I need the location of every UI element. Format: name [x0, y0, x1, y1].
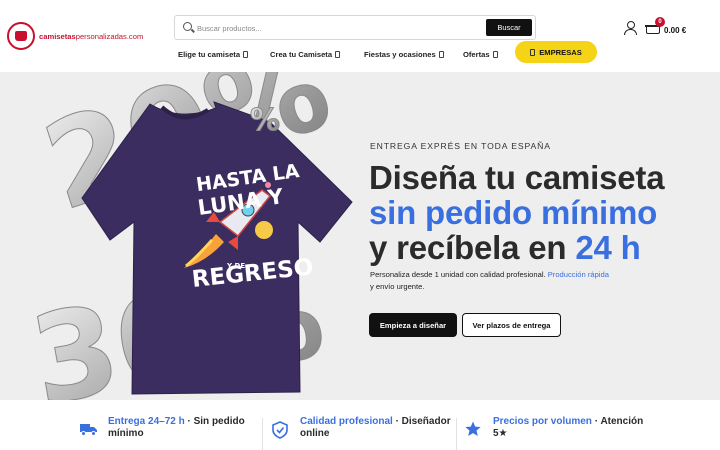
hero-banner: 20% 30% HASTA LA LUNA Y Y DE REGRESO: [0, 72, 720, 400]
subtext-end: y envío urgente.: [370, 282, 425, 291]
nav-item-label: Elige tu camiseta: [178, 50, 241, 59]
logo-text-light: personalizadas.com: [75, 31, 144, 41]
headline-line2: sin pedido mínimo: [369, 194, 658, 231]
subtext-start: Personaliza desde 1 unidad con calidad p…: [370, 270, 548, 279]
empresas-label: EMPRESAS: [539, 47, 582, 57]
empresas-button[interactable]: EMPRESAS: [515, 41, 597, 63]
feature-divider: [262, 418, 263, 450]
nav-item-ofertas[interactable]: Ofertas: [463, 50, 498, 59]
hero-image: 20% 30% HASTA LA LUNA Y Y DE REGRESO: [21, 72, 353, 400]
headline-line3-start: y recíbela en: [369, 229, 576, 266]
user-account-icon[interactable]: [623, 21, 637, 35]
nav-item-crea-tu-camiseta[interactable]: Crea tu Camiseta: [270, 50, 341, 59]
feature-delivery-highlight: Entrega 24–72 h: [108, 416, 185, 427]
search-input[interactable]: [195, 19, 479, 38]
headline-line3: y recíbela en 24 h: [369, 230, 664, 265]
nav-item-label: Ofertas: [463, 50, 490, 59]
feature-pricing-highlight: Precios por volumen: [493, 416, 592, 427]
search-bar: Buscar: [174, 15, 536, 40]
hero-eyebrow: ENTREGA EXPRÉS EN TODA ESPAÑA: [370, 141, 551, 151]
hero-subtext: Personaliza desde 1 unidad con calidad p…: [370, 269, 630, 293]
nav-item-label: Fiestas y ocasiones: [364, 50, 436, 59]
feature-quality-highlight: Calidad profesional: [300, 416, 393, 427]
balloon-percent-small: %: [250, 103, 280, 138]
subtext-link[interactable]: Producción rápida: [548, 270, 609, 279]
truck-icon: [80, 424, 97, 436]
chevron-down-icon: [243, 51, 249, 58]
site-header: camisetaspersonalizadas.com Buscar 0 0.0…: [0, 0, 720, 72]
chevron-down-icon: [335, 51, 341, 58]
start-designing-button[interactable]: Empieza a diseñar: [369, 313, 457, 337]
logo-text-bold: camisetas: [39, 31, 76, 41]
feature-divider: [456, 418, 457, 450]
star-icon: [465, 421, 481, 436]
headline-line1: Diseña tu camiseta: [369, 159, 665, 196]
nav-item-fiestas-y-ocasiones[interactable]: Fiestas y ocasiones: [364, 50, 444, 59]
logo-tshirt-icon: [7, 22, 35, 50]
briefcase-icon: [530, 48, 536, 56]
logo-text: camisetaspersonalizadas.com: [39, 32, 143, 41]
headline-line3-highlight: 24 h: [575, 229, 641, 266]
delivery-times-button[interactable]: Ver plazos de entrega: [462, 313, 561, 337]
hero-headline: Diseña tu camiseta sin pedido mínimo y r…: [369, 159, 665, 265]
nav-item-label: Crea tu Camiseta: [270, 50, 333, 59]
cart-total[interactable]: 0.00 €: [664, 26, 686, 35]
feature-delivery-title: Entrega 24–72 h · Sin pedido mínimo: [108, 416, 268, 440]
main-nav: Elige tu camiseta Crea tu Camiseta Fiest…: [0, 50, 720, 66]
user-body-shape: [624, 29, 637, 35]
chevron-down-icon: [438, 51, 444, 58]
search-button[interactable]: Buscar: [486, 19, 532, 36]
features-bar: Entrega 24–72 h · Sin pedido mínimo Cali…: [0, 400, 720, 450]
site-logo[interactable]: camisetaspersonalizadas.com: [7, 22, 143, 50]
feature-pricing-title: Precios por volumen · Atención 5★: [493, 416, 653, 440]
nav-item-elige-tu-camiseta[interactable]: Elige tu camiseta: [178, 50, 249, 59]
shield-check-icon: [272, 421, 288, 439]
search-icon: [183, 22, 192, 31]
feature-quality-title: Calidad profesional · Diseñador online: [300, 416, 460, 440]
user-head-shape: [626, 21, 635, 29]
chevron-down-icon: [492, 51, 498, 58]
basket-body-shape: [646, 26, 660, 34]
